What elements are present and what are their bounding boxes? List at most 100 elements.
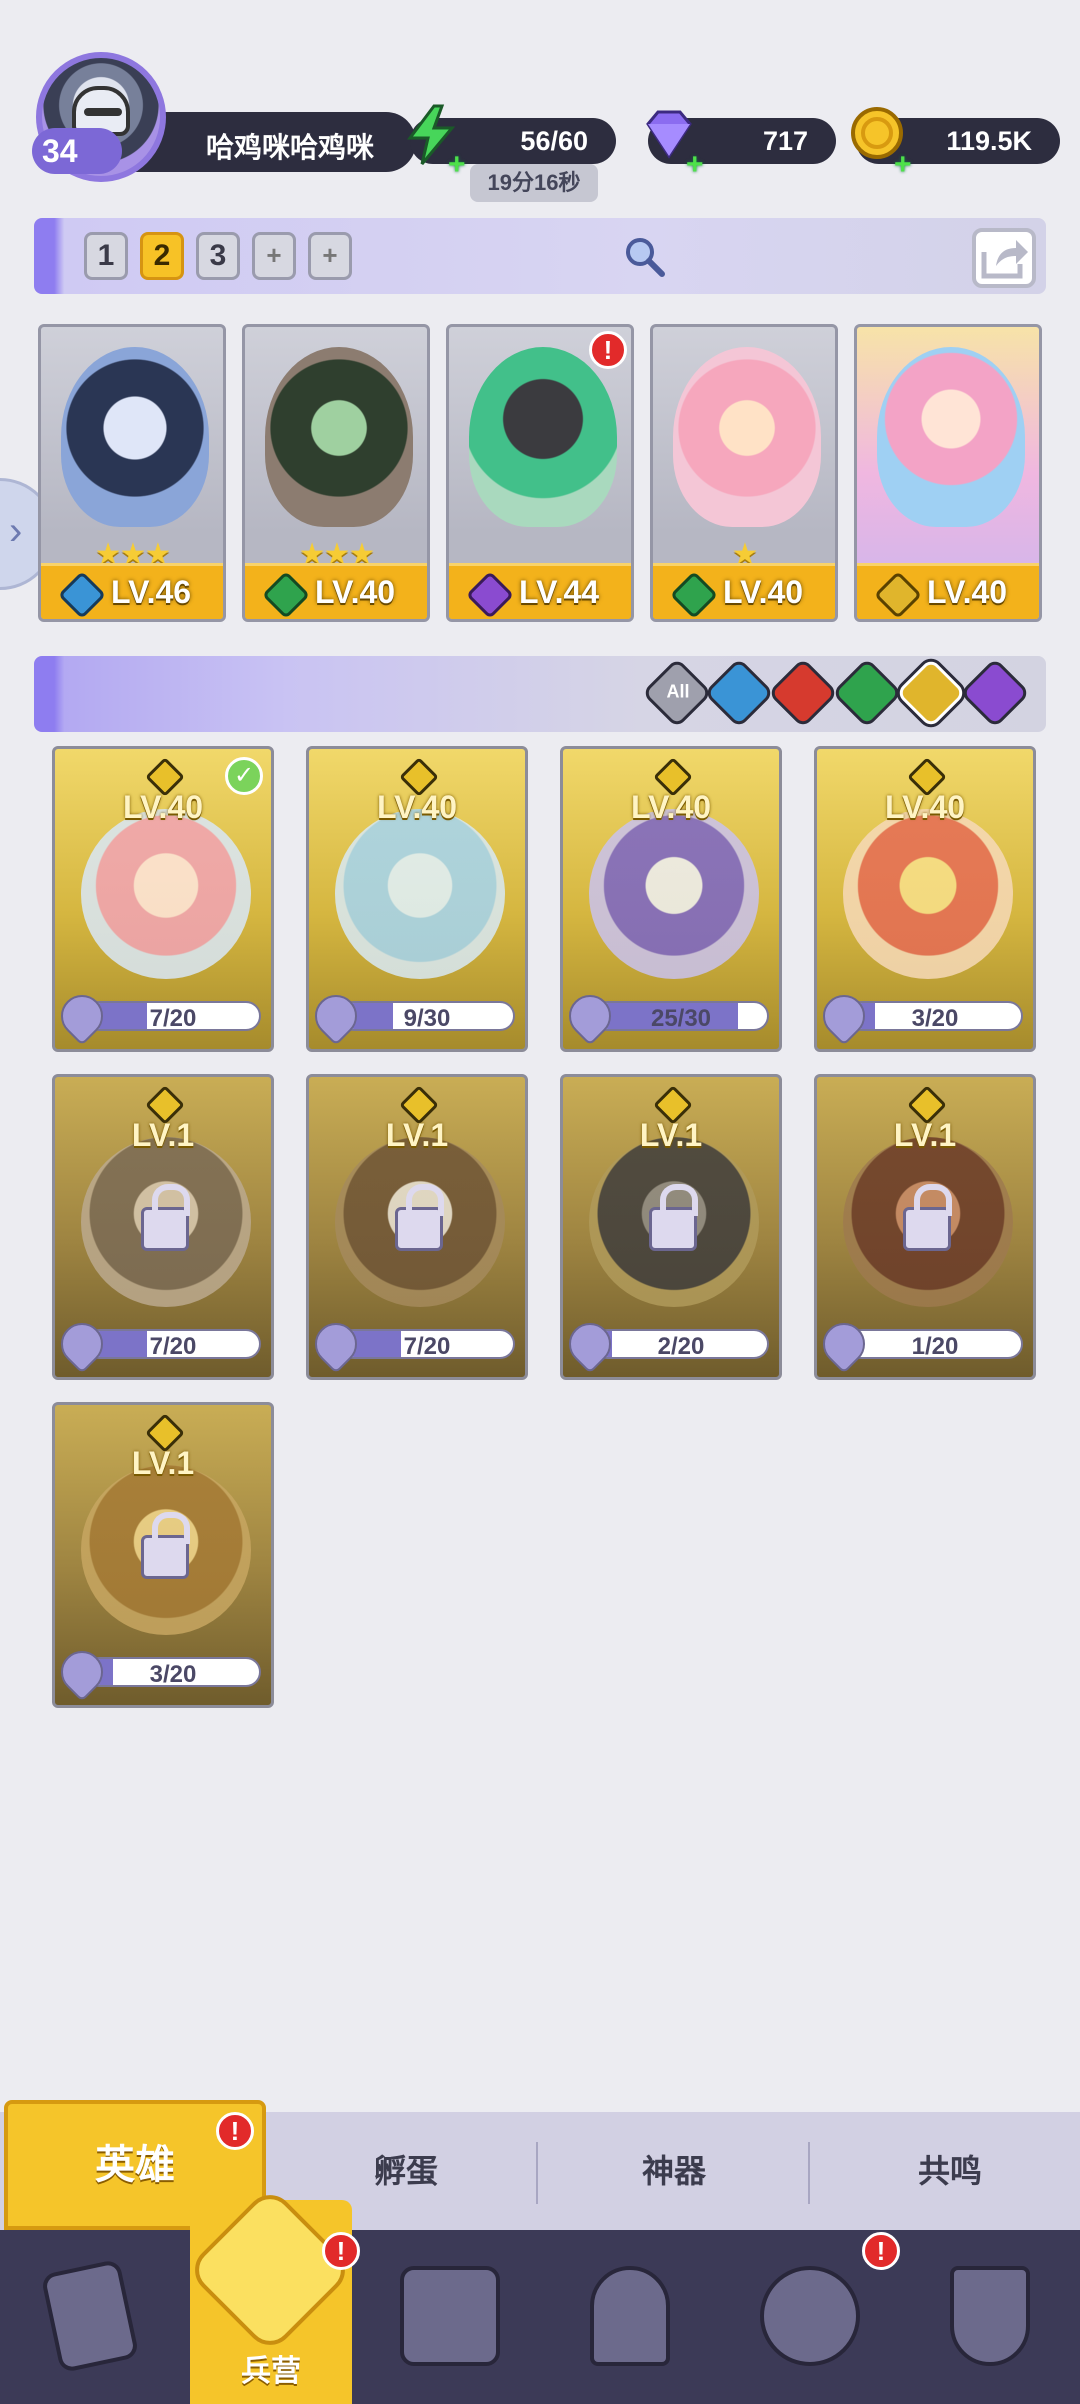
shard-progress-text: 9/30	[403, 1005, 451, 1031]
hero-level-bar: LV.40	[857, 563, 1039, 619]
lock-icon	[395, 1184, 444, 1251]
filter-water-icon[interactable]	[703, 657, 775, 729]
hero-portrait	[469, 347, 617, 527]
shard-progress-text: 3/20	[911, 1005, 959, 1031]
share-icon[interactable]	[972, 228, 1036, 288]
search-icon[interactable]	[622, 234, 666, 278]
nav-castle[interactable]	[560, 2250, 700, 2390]
team-slot-add-5[interactable]: +	[308, 232, 352, 280]
hero-portrait	[335, 809, 505, 979]
hero-portrait	[877, 347, 1025, 527]
shard-progress-bar: 7/20	[85, 1329, 261, 1359]
filter-dark-icon[interactable]	[959, 657, 1031, 729]
team-slot-1[interactable]: 1	[84, 232, 128, 280]
hero-shard-icon	[309, 986, 366, 1046]
hero-card-locked[interactable]: LV.1 3/20	[52, 1402, 274, 1708]
nav-map[interactable]	[380, 2250, 520, 2390]
nav-barracks[interactable]: 兵营	[185, 2185, 355, 2404]
hero-level: LV.1	[131, 1445, 195, 1481]
hero-level: LV.44	[519, 574, 600, 610]
hero-portrait	[81, 809, 251, 979]
hero-level: LV.46	[111, 574, 192, 610]
team-slot-add-4[interactable]: +	[252, 232, 296, 280]
filter-light-icon[interactable]	[895, 657, 967, 729]
tab-divider	[536, 2142, 538, 2204]
tab-artifact[interactable]: 神器	[574, 2112, 774, 2230]
hero-card[interactable]: LV.40 9/30	[306, 746, 528, 1052]
chevron-right-icon: ›	[9, 509, 23, 553]
tab-resonance[interactable]: 共鸣	[850, 2112, 1050, 2230]
shard-progress-text: 7/20	[149, 1005, 197, 1031]
nav-summon[interactable]	[740, 2250, 880, 2390]
shard-progress-text: 7/20	[403, 1333, 451, 1359]
lock-icon	[649, 1184, 698, 1251]
gem-counter[interactable]: + 717	[646, 110, 836, 181]
hero-level: LV.1	[385, 1117, 449, 1153]
hero-card[interactable]: LV.40 25/30	[560, 746, 782, 1052]
gold-counter[interactable]: + 119.5K	[851, 107, 1060, 181]
hero-card-locked[interactable]: LV.1 1/20	[814, 1074, 1036, 1380]
add-gem-icon[interactable]: +	[686, 142, 704, 188]
nav-guild[interactable]	[920, 2250, 1060, 2390]
hero-level: LV.40	[884, 789, 966, 825]
wind-element-icon	[261, 570, 311, 619]
hero-level: LV.40	[315, 574, 396, 610]
shard-progress-text: 7/20	[149, 1333, 197, 1359]
hero-level-bar: LV.46	[41, 563, 223, 619]
cards-icon	[40, 2258, 140, 2374]
team-selector-bar: 1 2 3 + +	[34, 218, 1046, 294]
hero-level: LV.40	[630, 789, 712, 825]
barracks-alert-badge: !	[322, 2232, 360, 2270]
shard-progress-text: 1/20	[911, 1333, 959, 1359]
player-name: 哈鸡咪哈鸡咪	[206, 132, 375, 163]
hero-level: LV.1	[131, 1117, 195, 1153]
team-hero-card-4[interactable]: ★ LV.40	[650, 324, 838, 622]
player-level: 34	[32, 128, 122, 174]
water-element-icon	[57, 570, 107, 619]
hero-card-locked[interactable]: LV.1 7/20	[52, 1074, 274, 1380]
hero-level: LV.40	[927, 574, 1008, 610]
team-hero-card-1[interactable]: ★★★ LV.46	[38, 324, 226, 622]
gem-value: 717	[762, 126, 808, 156]
team-hero-card-3[interactable]: LV.44 !	[446, 324, 634, 622]
hero-card-locked[interactable]: LV.1 2/20	[560, 1074, 782, 1380]
hero-shard-icon	[55, 1314, 112, 1374]
hero-shard-icon	[817, 1314, 874, 1374]
shard-progress-text: 2/20	[657, 1333, 705, 1359]
filter-fire-icon[interactable]	[767, 657, 839, 729]
energy-counter[interactable]: + 56/60	[407, 104, 616, 181]
add-energy-icon[interactable]: +	[448, 142, 466, 188]
hero-shard-icon	[55, 1642, 112, 1702]
filter-all[interactable]: All	[641, 657, 713, 729]
element-filter-bar: All	[34, 656, 1046, 732]
lock-icon	[141, 1184, 190, 1251]
hero-tab-alert-badge: !	[216, 2112, 254, 2150]
filter-wind-icon[interactable]	[831, 657, 903, 729]
shard-progress-bar: 25/30	[593, 1001, 769, 1031]
hero-card[interactable]: LV.40 ✓ 7/20	[52, 746, 274, 1052]
shard-progress-text: 3/20	[149, 1661, 197, 1687]
shard-progress-bar: 3/20	[85, 1657, 261, 1687]
dark-element-icon	[465, 570, 515, 619]
hero-level-bar: LV.44	[449, 563, 631, 619]
shard-progress-bar: 1/20	[847, 1329, 1023, 1359]
shard-progress-bar: 9/30	[339, 1001, 515, 1031]
hero-portrait	[843, 809, 1013, 979]
hero-level: LV.1	[639, 1117, 703, 1153]
team-hero-card-5[interactable]: LV.40	[854, 324, 1042, 622]
hero-card[interactable]: LV.40 3/20	[814, 746, 1036, 1052]
player-profile[interactable]: 哈鸡咪哈鸡咪 34	[32, 52, 416, 182]
energy-timer: 19分16秒	[470, 164, 598, 202]
team-hero-card-2[interactable]: ★★★ LV.40	[242, 324, 430, 622]
add-gold-icon[interactable]: +	[894, 142, 912, 188]
mushroom-icon	[760, 2266, 860, 2366]
nav-barracks-label: 兵营	[241, 2355, 301, 2388]
hero-shard-icon	[563, 1314, 620, 1374]
team-slot-3[interactable]: 3	[196, 232, 240, 280]
hero-shard-icon	[563, 986, 620, 1046]
castle-icon	[590, 2266, 670, 2366]
hero-level: LV.40	[723, 574, 804, 610]
hero-card-locked[interactable]: LV.1 7/20	[306, 1074, 528, 1380]
nav-cards[interactable]	[20, 2250, 160, 2390]
team-slot-2[interactable]: 2	[140, 232, 184, 280]
